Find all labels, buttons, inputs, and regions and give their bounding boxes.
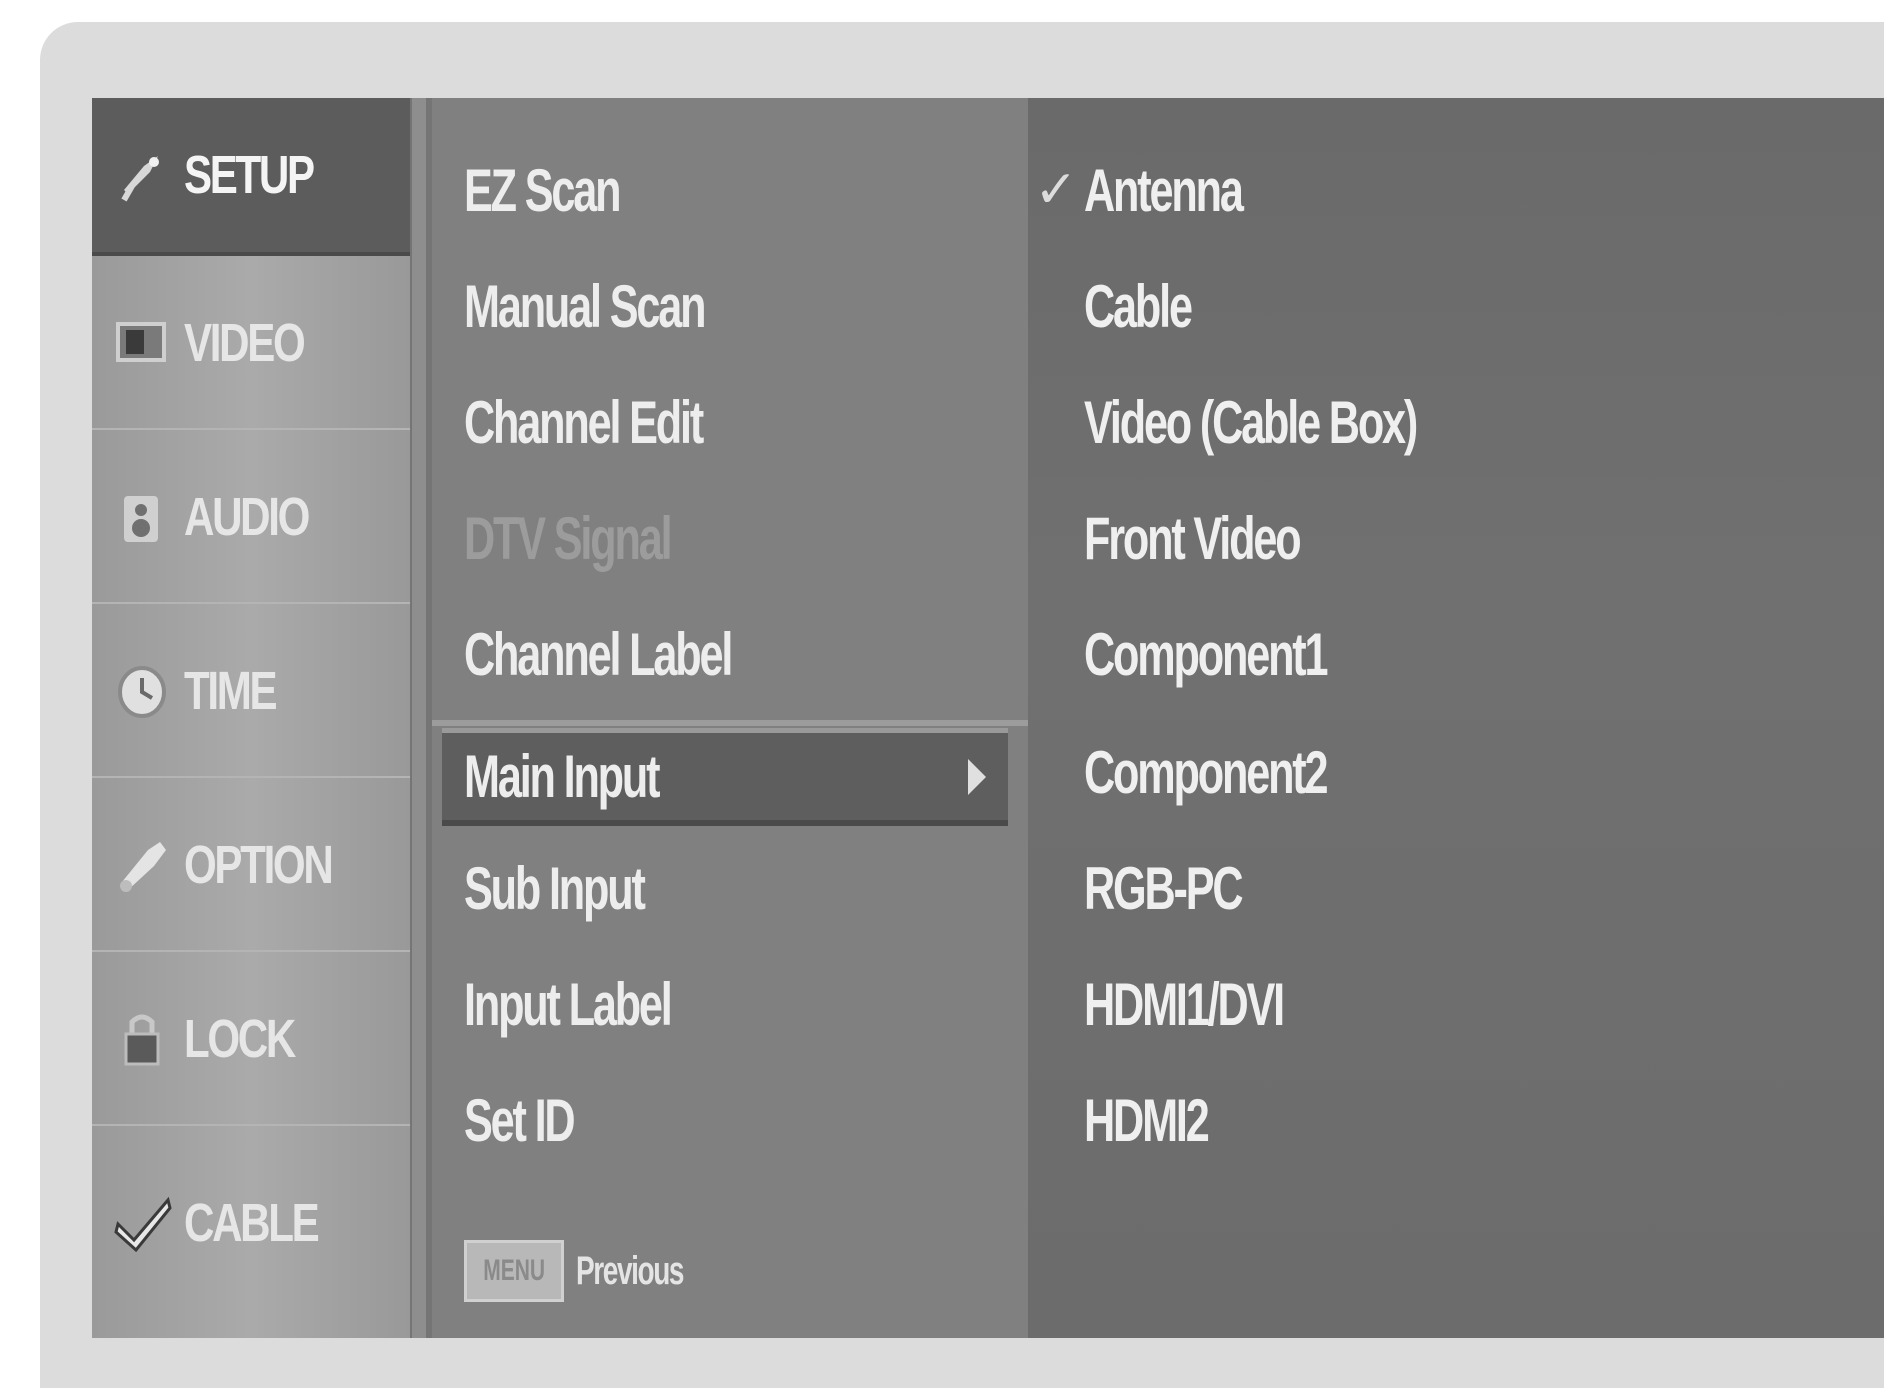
- option-component1[interactable]: Component1: [1028, 604, 1884, 704]
- menu-item-label: Main Input: [464, 743, 661, 810]
- option-label: Component1: [1084, 620, 1329, 688]
- column-separator: [412, 98, 426, 1338]
- checkmark-icon: [114, 1196, 172, 1252]
- previous-hint[interactable]: MENU Previous: [464, 1240, 729, 1302]
- menu-item-label: EZ Scan: [464, 156, 621, 224]
- option-label: Cable: [1084, 272, 1193, 340]
- option-video-cable-box[interactable]: Video (Cable Box): [1028, 372, 1884, 472]
- menu-item-main-input[interactable]: Main Input: [442, 728, 1008, 826]
- menu-item-channel-edit[interactable]: Channel Edit: [432, 372, 1028, 472]
- category-audio[interactable]: AUDIO: [92, 432, 410, 604]
- option-label: RGB-PC: [1084, 854, 1244, 922]
- category-lock[interactable]: LOCK: [92, 954, 410, 1126]
- menu-key-icon: MENU: [464, 1240, 564, 1302]
- option-label: Front Video: [1084, 504, 1302, 572]
- category-label: SETUP: [184, 145, 315, 205]
- menu-item-ez-scan[interactable]: EZ Scan: [432, 140, 1028, 240]
- main-input-options: ✓ Antenna Cable Video (Cable Box) Front …: [1028, 98, 1884, 1338]
- satellite-dish-icon: [121, 156, 159, 202]
- category-column: SETUP VIDEO AUDIO TIME OPTION LOCK CABLE: [92, 98, 410, 1338]
- category-label: OPTION: [184, 835, 334, 895]
- check-icon: ✓: [1034, 160, 1078, 220]
- option-cable[interactable]: Cable: [1028, 256, 1884, 356]
- category-time[interactable]: TIME: [92, 606, 410, 778]
- menu-item-label: Manual Scan: [464, 272, 706, 340]
- menu-item-label: Set ID: [464, 1086, 576, 1154]
- menu-item-label: Sub Input: [464, 854, 646, 922]
- category-label: LOCK: [184, 1009, 296, 1069]
- menu-divider: [432, 720, 1028, 726]
- option-label: Component2: [1084, 738, 1329, 806]
- category-label: VIDEO: [184, 313, 306, 373]
- padlock-icon: [124, 1014, 160, 1066]
- category-option[interactable]: OPTION: [92, 780, 410, 952]
- option-front-video[interactable]: Front Video: [1028, 488, 1884, 588]
- category-label: CABLE: [184, 1193, 320, 1253]
- menu-item-input-label[interactable]: Input Label: [432, 954, 1028, 1054]
- option-label: HDMI2: [1084, 1086, 1210, 1154]
- option-rgb-pc[interactable]: RGB-PC: [1028, 838, 1884, 938]
- menu-item-label: Input Label: [464, 970, 673, 1038]
- menu-item-label: Channel Edit: [464, 388, 704, 456]
- option-component2[interactable]: Component2: [1028, 722, 1884, 822]
- category-cable[interactable]: CABLE: [92, 1128, 410, 1318]
- option-label: Video (Cable Box): [1084, 388, 1418, 456]
- screen-icon: [116, 322, 166, 362]
- menu-item-manual-scan[interactable]: Manual Scan: [432, 256, 1028, 356]
- option-hdmi1-dvi[interactable]: HDMI1/DVI: [1028, 954, 1884, 1054]
- submenu-arrow-icon: [968, 758, 986, 795]
- category-video[interactable]: VIDEO: [92, 258, 410, 430]
- menu-item-channel-label[interactable]: Channel Label: [432, 604, 1028, 704]
- option-label: Antenna: [1084, 156, 1244, 224]
- menu-item-dtv-signal: DTV Signal: [432, 488, 1028, 588]
- setup-menu: EZ Scan Manual Scan Channel Edit DTV Sig…: [432, 98, 1028, 1338]
- previous-label: Previous: [576, 1248, 684, 1293]
- option-hdmi2[interactable]: HDMI2: [1028, 1070, 1884, 1170]
- menu-item-set-id[interactable]: Set ID: [432, 1070, 1028, 1170]
- wrench-icon: [120, 842, 166, 892]
- category-label: TIME: [184, 661, 278, 721]
- category-label: AUDIO: [184, 487, 310, 547]
- option-label: HDMI1/DVI: [1084, 970, 1285, 1038]
- speaker-icon: [124, 496, 158, 542]
- category-setup[interactable]: SETUP: [92, 98, 410, 256]
- menu-item-label: DTV Signal: [464, 504, 673, 572]
- osd-menu: SETUP VIDEO AUDIO TIME OPTION LOCK CABLE…: [92, 98, 1884, 1338]
- menu-item-label: Channel Label: [464, 620, 733, 688]
- option-antenna[interactable]: ✓ Antenna: [1028, 140, 1884, 240]
- clock-icon: [118, 666, 166, 718]
- menu-item-sub-input[interactable]: Sub Input: [432, 838, 1028, 938]
